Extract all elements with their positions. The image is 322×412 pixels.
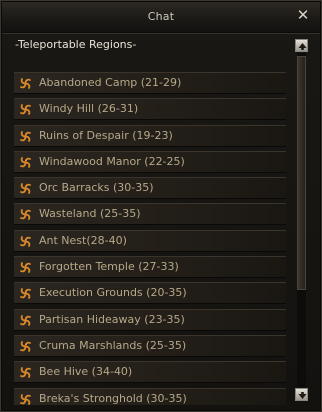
swirl-teleport-icon	[20, 183, 31, 195]
swirl-teleport-icon	[20, 209, 31, 221]
region-label[interactable]: Windawood Manor (22-25)	[39, 155, 185, 168]
swirl-teleport-icon	[20, 104, 31, 116]
list-item[interactable]: Wasteland (25-35)	[14, 203, 286, 226]
swirl-teleport-icon	[20, 393, 31, 405]
chat-window: Chat ✕ -Teleportable Regions- Abandoned …	[0, 0, 322, 412]
arrow-down-icon	[298, 392, 307, 399]
list-item[interactable]: Cruma Marshlands (25-35)	[14, 334, 286, 357]
region-list: Abandoned Camp (21-29) Windy Hill (26-31…	[14, 72, 286, 405]
region-label[interactable]: Wasteland (25-35)	[39, 207, 141, 220]
region-label[interactable]: Windy Hill (26-31)	[39, 102, 138, 115]
swirl-teleport-icon	[20, 367, 31, 379]
region-label[interactable]: Forgotten Temple (27-33)	[39, 260, 179, 273]
region-label[interactable]: Bee Hive (34-40)	[39, 365, 132, 378]
region-label[interactable]: Execution Grounds (20-35)	[39, 286, 187, 299]
list-item[interactable]: Abandoned Camp (21-29)	[14, 72, 286, 94]
scroll-down-button[interactable]	[295, 388, 308, 401]
vertical-scrollbar[interactable]	[295, 39, 309, 401]
list-item[interactable]: Orc Barracks (30-35)	[14, 177, 286, 200]
arrow-up-icon	[298, 43, 307, 50]
close-icon[interactable]: ✕	[295, 7, 311, 23]
swirl-teleport-icon	[20, 130, 31, 142]
swirl-teleport-icon	[20, 78, 31, 89]
swirl-teleport-icon	[20, 341, 31, 352]
region-label[interactable]: Abandoned Camp (21-29)	[39, 76, 181, 89]
region-label[interactable]: Ruins of Despair (19-23)	[39, 129, 173, 142]
region-label[interactable]: Partisan Hideaway (23-35)	[39, 313, 185, 326]
swirl-teleport-icon	[20, 262, 31, 273]
swirl-teleport-icon	[20, 314, 31, 326]
list-item[interactable]: Windy Hill (26-31)	[14, 98, 286, 121]
list-item[interactable]: Bee Hive (34-40)	[14, 361, 286, 384]
swirl-teleport-icon	[20, 288, 31, 300]
list-item[interactable]: Breka's Stronghold (30-35)	[14, 387, 286, 405]
list-item[interactable]: Ant Nest(28-40)	[14, 229, 286, 252]
chat-content: -Teleportable Regions- Abandoned Camp (2…	[8, 35, 293, 405]
region-label[interactable]: Ant Nest(28-40)	[39, 234, 127, 247]
region-label[interactable]: Cruma Marshlands (25-35)	[39, 339, 186, 352]
scroll-thumb[interactable]	[297, 56, 306, 290]
region-label[interactable]: Orc Barracks (30-35)	[39, 181, 154, 194]
swirl-teleport-icon	[20, 156, 31, 168]
regions-header: -Teleportable Regions-	[15, 38, 137, 51]
list-item[interactable]: Forgotten Temple (27-33)	[14, 256, 286, 279]
window-title: Chat	[147, 10, 175, 23]
list-item[interactable]: Ruins of Despair (19-23)	[14, 124, 286, 147]
region-label[interactable]: Breka's Stronghold (30-35)	[39, 392, 187, 405]
title-bar[interactable]: Chat ✕	[2, 2, 320, 33]
scroll-up-button[interactable]	[295, 39, 308, 52]
list-item[interactable]: Partisan Hideaway (23-35)	[14, 308, 286, 331]
swirl-teleport-icon	[20, 235, 31, 247]
list-item[interactable]: Execution Grounds (20-35)	[14, 282, 286, 305]
list-item[interactable]: Windawood Manor (22-25)	[14, 150, 286, 173]
